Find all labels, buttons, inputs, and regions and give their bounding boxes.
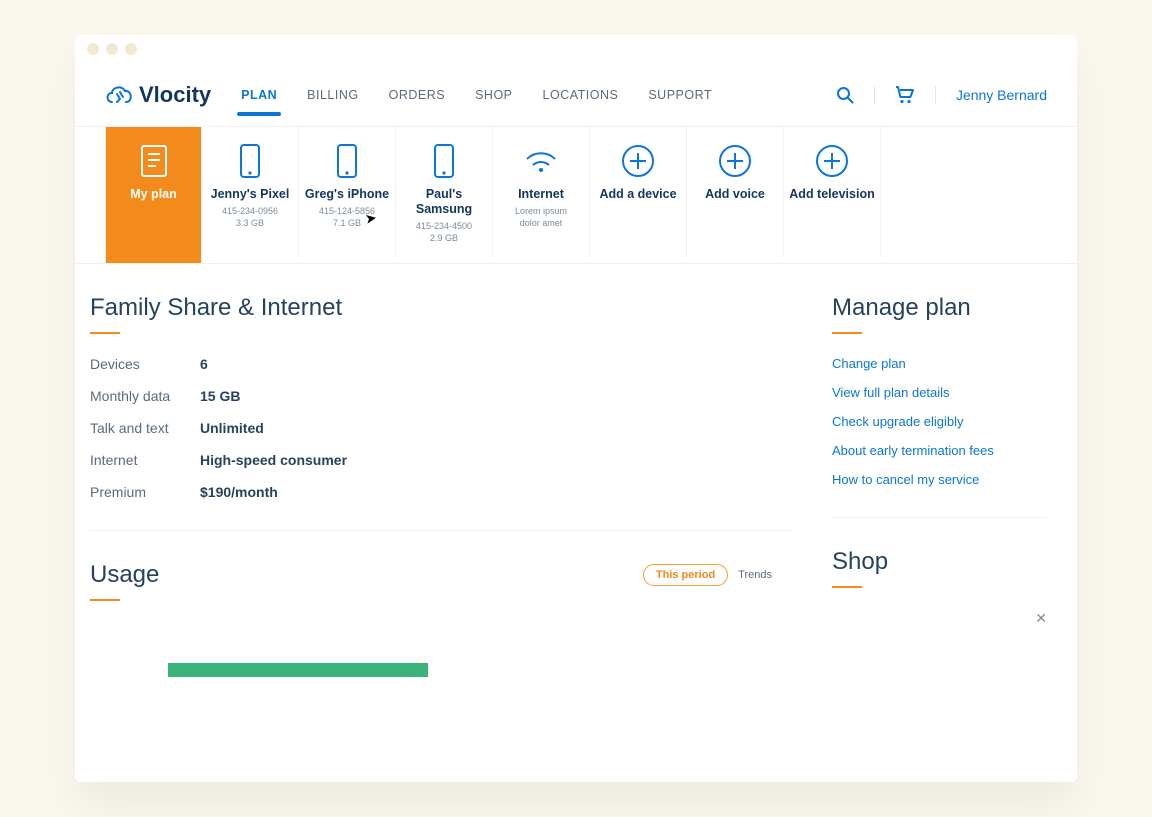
tile-subtext: 415-234-4500 — [416, 221, 472, 233]
manage-link[interactable]: Change plan — [832, 356, 1047, 371]
detail-value: 15 GB — [200, 388, 792, 404]
section-underline — [90, 332, 120, 334]
detail-value: Unlimited — [200, 420, 792, 436]
divider — [874, 86, 875, 104]
tile-subtext: dolor amet — [520, 218, 563, 228]
tile-subtext: 3.3 GB — [236, 218, 264, 228]
tile-title: Add television — [789, 187, 874, 202]
tile-subtext: 2.9 GB — [430, 233, 458, 243]
doc-icon — [140, 141, 168, 181]
manage-link[interactable]: About early termination fees — [832, 443, 1047, 458]
nav-right: Jenny Bernard — [836, 86, 1047, 104]
usage-bar-row — [90, 663, 792, 677]
manage-link[interactable]: How to cancel my service — [832, 472, 1047, 487]
detail-key: Monthly data — [90, 388, 200, 404]
manage-links: Change plan View full plan details Check u… — [832, 356, 1047, 487]
tile-my-plan[interactable]: My plan — [105, 127, 202, 263]
plus-icon — [815, 141, 849, 181]
tile-greg-s-iphone[interactable]: Greg's iPhone415-124-58567.1 GB — [299, 127, 396, 257]
phone-icon — [239, 141, 261, 181]
tile-add-television[interactable]: Add television — [784, 127, 881, 257]
detail-key: Premium — [90, 484, 200, 500]
tile-jenny-s-pixel[interactable]: Jenny's Pixel 415-234-09563.3 GB — [202, 127, 299, 257]
section-underline — [832, 332, 862, 334]
nav-items: PLAN BILLING ORDERS SHOP LOCATIONS SUPPO… — [241, 82, 712, 108]
brand-name: Vlocity — [139, 82, 211, 108]
detail-value: High-speed consumer — [200, 452, 792, 468]
content: Family Share & Internet Devices6Monthly … — [75, 264, 1077, 677]
tile-title: My plan — [130, 187, 177, 202]
tile-add-a-device[interactable]: Add a device — [590, 127, 687, 257]
tile-title: Jenny's Pixel — [211, 187, 290, 202]
usage-bar — [168, 663, 428, 677]
shop-panel: ✕ — [832, 610, 1047, 640]
plan-tiles: My plan Jenny's Pixel 415-234-09563.3 GB Gr… — [75, 127, 1077, 264]
manage-link[interactable]: Check upgrade eligibly — [832, 414, 1047, 429]
window-dot — [125, 43, 137, 55]
cursor-icon: ➤ — [364, 209, 379, 228]
wifi-icon — [523, 141, 559, 181]
brand-logo[interactable]: Vlocity — [105, 82, 211, 108]
top-nav: Vlocity PLAN BILLING ORDERS SHOP LOCATIO… — [75, 63, 1077, 127]
usage-title: Usage — [90, 561, 159, 589]
cloud-icon — [105, 84, 133, 106]
tile-title: Add a device — [599, 187, 676, 202]
nav-item-locations[interactable]: LOCATIONS — [543, 82, 619, 108]
this-period-pill[interactable]: This period — [643, 564, 728, 586]
tile-add-voice[interactable]: Add voice — [687, 127, 784, 257]
phone-icon — [433, 141, 455, 181]
plus-icon — [621, 141, 655, 181]
tile-paul-s-samsung[interactable]: Paul's Samsung 415-234-45002.9 GB — [396, 127, 493, 257]
nav-item-support[interactable]: SUPPORT — [648, 82, 712, 108]
nav-item-orders[interactable]: ORDERS — [389, 82, 445, 108]
cart-icon[interactable] — [895, 86, 915, 104]
detail-value: 6 — [200, 356, 792, 372]
tile-title: Paul's Samsung — [400, 187, 488, 217]
usage-header: Usage This period Trends — [90, 561, 792, 589]
nav-item-billing[interactable]: BILLING — [307, 82, 358, 108]
tile-subtext: 415-234-0956 — [222, 206, 278, 218]
usage-bars — [90, 623, 792, 677]
shop-title: Shop — [832, 548, 1047, 576]
divider — [832, 517, 1047, 518]
plan-title: Family Share & Internet — [90, 294, 792, 322]
side-column: Manage plan Change plan View full plan de… — [832, 294, 1047, 677]
section-underline — [90, 599, 120, 601]
tile-subtext: Lorem ipsum — [515, 206, 567, 218]
tile-title: Add voice — [705, 187, 765, 202]
tile-subtext: 7.1 GB — [333, 218, 361, 228]
tile-title: Greg's iPhone — [305, 187, 389, 202]
plus-icon — [718, 141, 752, 181]
detail-key: Devices — [90, 356, 200, 372]
browser-window: Vlocity PLAN BILLING ORDERS SHOP LOCATIO… — [75, 35, 1077, 782]
window-titlebar — [75, 35, 1077, 63]
manage-title: Manage plan — [832, 294, 1047, 322]
phone-icon — [336, 141, 358, 181]
detail-key: Talk and text — [90, 420, 200, 436]
detail-value: $190/month — [200, 484, 792, 500]
window-dot — [106, 43, 118, 55]
tile-internet[interactable]: Internet Lorem ipsumdolor amet — [493, 127, 590, 257]
section-underline — [832, 586, 862, 588]
search-icon[interactable] — [836, 86, 854, 104]
main-column: Family Share & Internet Devices6Monthly … — [90, 294, 792, 677]
trends-link[interactable]: Trends — [738, 569, 772, 581]
manage-link[interactable]: View full plan details — [832, 385, 1047, 400]
divider — [935, 86, 936, 104]
window-dot — [87, 43, 99, 55]
nav-item-shop[interactable]: SHOP — [475, 82, 512, 108]
divider — [90, 530, 792, 531]
usage-toggle: This period Trends — [643, 564, 772, 586]
nav-item-plan[interactable]: PLAN — [241, 82, 277, 108]
detail-key: Internet — [90, 452, 200, 468]
tile-title: Internet — [518, 187, 564, 202]
user-name[interactable]: Jenny Bernard — [956, 87, 1047, 103]
plan-details: Devices6Monthly data15 GBTalk and textUn… — [90, 356, 792, 500]
close-icon[interactable]: ✕ — [1035, 610, 1047, 627]
